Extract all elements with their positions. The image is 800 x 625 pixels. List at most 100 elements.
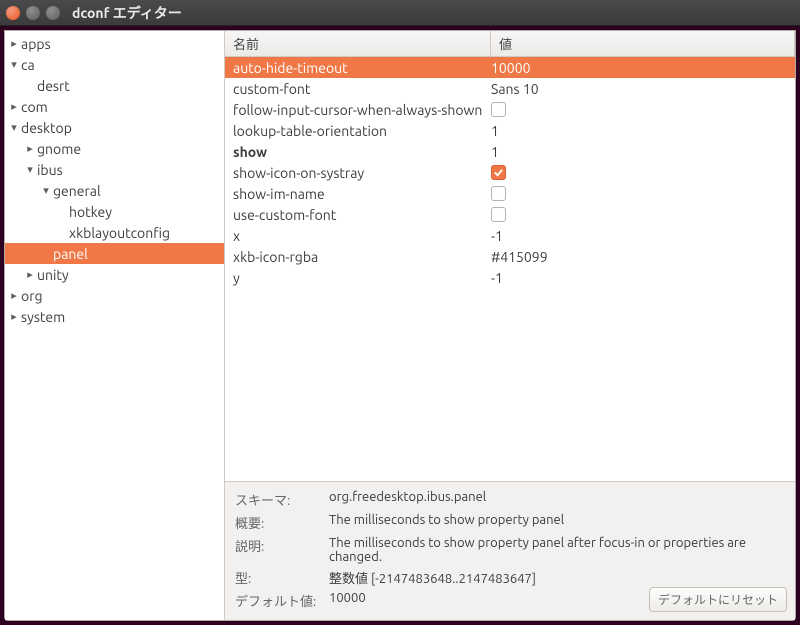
tree-item-label: panel: [53, 246, 88, 262]
checkbox[interactable]: [491, 207, 506, 222]
description-value: The milliseconds to show property panel …: [325, 534, 755, 566]
checkbox[interactable]: [491, 186, 506, 201]
tree-item-label: gnome: [37, 141, 81, 157]
row-value-text: 1: [491, 144, 499, 160]
tree-item-ca[interactable]: ▾ca: [5, 54, 224, 75]
row-name: show-im-name: [233, 186, 491, 202]
reset-button[interactable]: デフォルトにリセット: [649, 587, 787, 612]
description-label: 説明:: [235, 534, 325, 566]
summary-value: The milliseconds to show property panel: [325, 511, 755, 534]
schema-tree[interactable]: ▸apps▾cadesrt▸com▾desktop▸gnome▾ibus▾gen…: [5, 31, 225, 620]
tree-item-label: unity: [37, 267, 69, 283]
tree-item-ibus[interactable]: ▾ibus: [5, 159, 224, 180]
tree-item-desktop[interactable]: ▾desktop: [5, 117, 224, 138]
table-row[interactable]: auto-hide-timeout10000: [225, 57, 795, 78]
expander-closed-icon[interactable]: ▸: [9, 310, 19, 323]
expander-closed-icon[interactable]: ▸: [9, 289, 19, 302]
tree-item-unity[interactable]: ▸unity: [5, 264, 224, 285]
row-value[interactable]: [491, 102, 795, 117]
table-row[interactable]: show-icon-on-systray: [225, 162, 795, 183]
table-row[interactable]: lookup-table-orientation1: [225, 120, 795, 141]
tree-item-label: desrt: [37, 78, 70, 94]
tree-item-label: ibus: [37, 162, 63, 178]
tree-item-system[interactable]: ▸system: [5, 306, 224, 327]
tree-item-desrt[interactable]: desrt: [5, 75, 224, 96]
close-icon[interactable]: [6, 6, 20, 20]
row-value-text: 10000: [491, 60, 530, 76]
type-label: 型:: [235, 566, 325, 589]
tree-item-label: com: [21, 99, 48, 115]
checkbox[interactable]: [491, 165, 506, 180]
row-value-text: Sans 10: [491, 81, 539, 97]
expander-open-icon[interactable]: ▾: [9, 121, 19, 134]
column-header-name[interactable]: 名前: [225, 31, 491, 56]
checkbox[interactable]: [491, 102, 506, 117]
tree-item-org[interactable]: ▸org: [5, 285, 224, 306]
row-name: custom-font: [233, 81, 491, 97]
tree-item-hotkey[interactable]: hotkey: [5, 201, 224, 222]
row-name: x: [233, 228, 491, 244]
right-pane: 名前 値 auto-hide-timeout10000custom-fontSa…: [225, 31, 795, 620]
summary-label: 概要:: [235, 511, 325, 534]
maximize-icon[interactable]: [46, 6, 60, 20]
row-name: lookup-table-orientation: [233, 123, 491, 139]
table-row[interactable]: show1: [225, 141, 795, 162]
table-row[interactable]: x-1: [225, 225, 795, 246]
row-value[interactable]: 10000: [491, 60, 795, 76]
row-value[interactable]: Sans 10: [491, 81, 795, 97]
row-name: use-custom-font: [233, 207, 491, 223]
row-value[interactable]: [491, 186, 795, 201]
tree-item-label: system: [21, 309, 65, 325]
expander-closed-icon[interactable]: ▸: [9, 100, 19, 113]
default-label: デフォルト値:: [235, 589, 325, 612]
window-title: dconf エディター: [72, 3, 182, 23]
tree-item-label: xkblayoutconfig: [69, 225, 170, 241]
schema-value: org.freedesktop.ibus.panel: [325, 488, 755, 511]
row-value[interactable]: 1: [491, 144, 795, 160]
row-value[interactable]: [491, 207, 795, 222]
table-row[interactable]: use-custom-font: [225, 204, 795, 225]
row-value[interactable]: -1: [491, 270, 795, 286]
table-row[interactable]: xkb-icon-rgba#415099: [225, 246, 795, 267]
tree-item-label: org: [21, 288, 43, 304]
tree-item-label: apps: [21, 36, 51, 52]
column-header-value[interactable]: 値: [491, 31, 795, 56]
row-name: auto-hide-timeout: [233, 60, 491, 76]
key-list[interactable]: auto-hide-timeout10000custom-fontSans 10…: [225, 57, 795, 481]
tree-item-label: general: [53, 183, 101, 199]
row-value[interactable]: #415099: [491, 249, 795, 265]
expander-open-icon[interactable]: ▾: [41, 184, 51, 197]
tree-item-general[interactable]: ▾general: [5, 180, 224, 201]
row-name: follow-input-cursor-when-always-shown: [233, 102, 491, 118]
expander-closed-icon[interactable]: ▸: [9, 37, 19, 50]
row-name: show-icon-on-systray: [233, 165, 491, 181]
tree-item-com[interactable]: ▸com: [5, 96, 224, 117]
details-panel: スキーマ: org.freedesktop.ibus.panel 概要: The…: [225, 481, 795, 620]
row-name: y: [233, 270, 491, 286]
tree-item-label: ca: [21, 57, 35, 73]
table-row[interactable]: y-1: [225, 267, 795, 288]
expander-closed-icon[interactable]: ▸: [25, 268, 35, 281]
table-row[interactable]: custom-fontSans 10: [225, 78, 795, 99]
row-value[interactable]: 1: [491, 123, 795, 139]
table-row[interactable]: show-im-name: [225, 183, 795, 204]
expander-open-icon[interactable]: ▾: [25, 163, 35, 176]
tree-item-apps[interactable]: ▸apps: [5, 33, 224, 54]
schema-label: スキーマ:: [235, 488, 325, 511]
row-value-text: 1: [491, 123, 499, 139]
tree-item-panel[interactable]: panel: [5, 243, 224, 264]
row-value[interactable]: [491, 165, 795, 180]
type-value: 整数値 [-2147483648..2147483647]: [325, 566, 755, 589]
tree-item-label: desktop: [21, 120, 72, 136]
tree-item-label: hotkey: [69, 204, 112, 220]
row-name: show: [233, 144, 491, 160]
expander-open-icon[interactable]: ▾: [9, 58, 19, 71]
table-row[interactable]: follow-input-cursor-when-always-shown: [225, 99, 795, 120]
row-value[interactable]: -1: [491, 228, 795, 244]
expander-closed-icon[interactable]: ▸: [25, 142, 35, 155]
tree-item-gnome[interactable]: ▸gnome: [5, 138, 224, 159]
minimize-icon[interactable]: [26, 6, 40, 20]
row-value-text: -1: [491, 270, 503, 286]
tree-item-xkblayoutconfig[interactable]: xkblayoutconfig: [5, 222, 224, 243]
main-frame: ▸apps▾cadesrt▸com▾desktop▸gnome▾ibus▾gen…: [4, 30, 796, 621]
